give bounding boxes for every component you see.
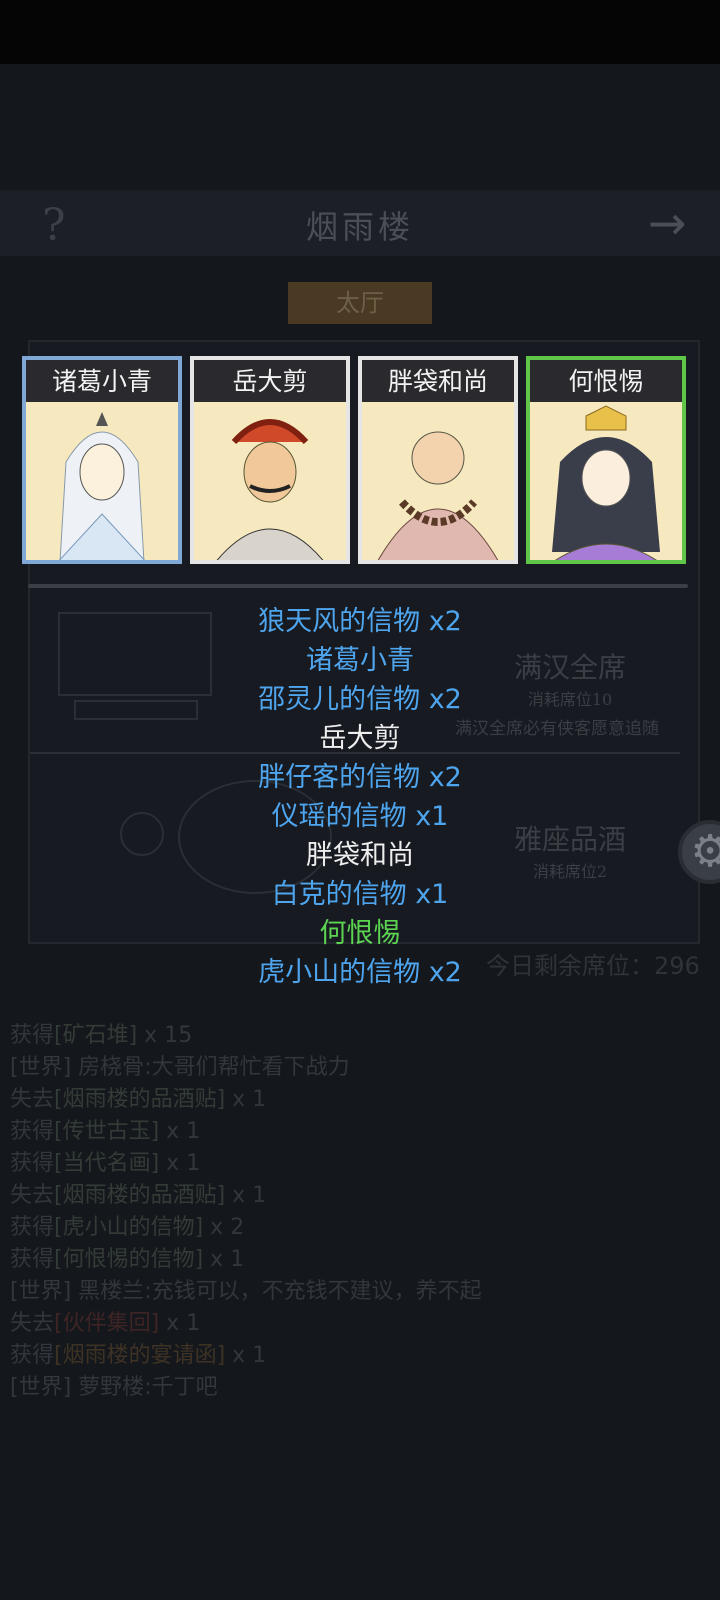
- hero-card-name: 诸葛小青: [26, 360, 178, 402]
- log-line: 获得[烟雨楼的宴请函] x 1: [10, 1343, 267, 1368]
- log-line: 失去[烟雨楼的品酒贴] x 1: [10, 1183, 267, 1208]
- card-separator: [28, 584, 688, 588]
- hero-card-name: 何恨惕: [530, 360, 682, 402]
- reward-item: 岳大剪: [319, 723, 401, 754]
- reward-item: 诸葛小青: [306, 645, 414, 676]
- reward-item: 胖仔客的信物 x2: [258, 762, 462, 793]
- log-line: 获得[传世古玉] x 1: [10, 1119, 201, 1144]
- log-line: 获得[虎小山的信物] x 2: [10, 1215, 245, 1240]
- reward-item: 仪瑶的信物 x1: [271, 801, 449, 832]
- hero-card[interactable]: 诸葛小青: [22, 356, 182, 564]
- hero-portrait: [59, 412, 145, 560]
- log-line: 获得[矿石堆] x 15: [10, 1023, 193, 1048]
- log-line: 获得[何恨惕的信物] x 1: [10, 1247, 245, 1272]
- hero-card[interactable]: 何恨惕: [526, 356, 686, 564]
- log-line: [世界] 萝野楼:千丁吧: [10, 1375, 218, 1400]
- hero-portrait: [377, 431, 499, 560]
- hero-card-name: 岳大剪: [194, 360, 346, 402]
- reward-item: 邵灵儿的信物 x2: [258, 684, 462, 715]
- log-line: [世界] 黑楼兰:充钱可以，不充钱不建议，养不起: [10, 1279, 482, 1304]
- hero-card[interactable]: 岳大剪: [190, 356, 350, 564]
- arrow-icon[interactable]: →: [648, 196, 687, 250]
- log-line: [世界] 房桡骨:大哥们帮忙看下战力: [10, 1055, 350, 1080]
- log-line: 获得[当代名画] x 1: [10, 1151, 201, 1176]
- reward-item: 狼天风的信物 x2: [258, 606, 462, 637]
- status-bar: [0, 0, 720, 64]
- log-line: 失去[烟雨楼的品酒贴] x 1: [10, 1087, 267, 1112]
- reward-item: 虎小山的信物 x2: [258, 957, 462, 988]
- reward-item: 胖袋和尚: [306, 840, 414, 871]
- hero-card-name: 胖袋和尚: [362, 360, 514, 402]
- hero-card[interactable]: 胖袋和尚: [358, 356, 518, 564]
- log-line: 失去[伙伴集回] x 1: [10, 1311, 201, 1336]
- reward-item: 白克的信物 x1: [271, 879, 449, 910]
- page-title: 烟雨楼: [305, 208, 414, 246]
- reward-item: 何恨惕: [319, 918, 401, 949]
- reward-list: 狼天风的信物 x2 诸葛小青 邵灵儿的信物 x2 岳大剪 胖仔客的信物 x2 仪…: [160, 602, 560, 992]
- hero-portrait: [552, 405, 660, 560]
- stool-decoration: [120, 812, 164, 856]
- message-log[interactable]: 获得[矿石堆] x 15 [世界] 房桡骨:大哥们帮忙看下战力 失去[烟雨楼的品…: [10, 1020, 710, 1404]
- hero-portrait: [216, 419, 324, 560]
- reward-cards: 诸葛小青 岳大剪 胖袋和尚 何恨惕: [22, 356, 698, 566]
- tab-hall[interactable]: 太厅: [288, 282, 432, 324]
